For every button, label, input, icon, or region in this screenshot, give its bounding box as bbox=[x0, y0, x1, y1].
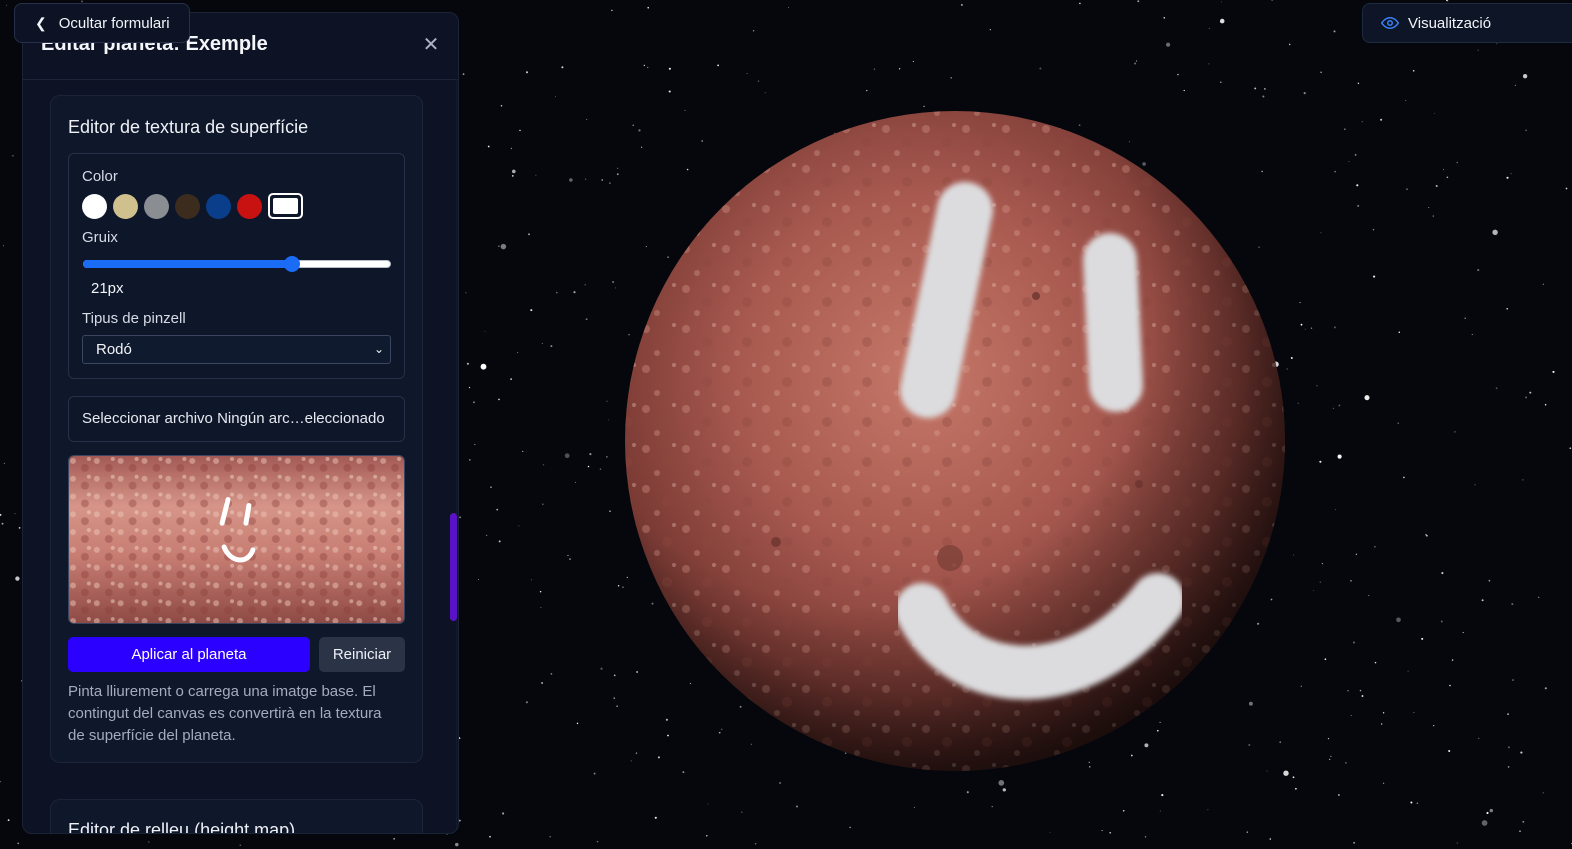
color-swatch[interactable] bbox=[82, 193, 107, 219]
color-swatch[interactable] bbox=[206, 193, 231, 219]
hide-form-button[interactable]: ❮ Ocultar formulari bbox=[14, 3, 190, 43]
close-icon[interactable]: ✕ bbox=[421, 35, 441, 55]
brush-type-label: Tipus de pinzell bbox=[82, 310, 186, 327]
slider-fill bbox=[83, 260, 293, 268]
color-label: Color bbox=[82, 168, 118, 185]
texture-editor-section: Editor de textura de superfície Color Gr… bbox=[50, 95, 423, 763]
visualization-button[interactable]: Visualització bbox=[1362, 3, 1572, 43]
file-input-text: Seleccionar archivo Ningún arc…elecciona… bbox=[82, 410, 385, 427]
color-swatch[interactable] bbox=[113, 193, 138, 219]
texture-canvas[interactable] bbox=[68, 455, 405, 624]
hide-form-label: Ocultar formulari bbox=[58, 14, 170, 32]
brush-settings: Color Gruix 21px Tipus de pinzell Rodó ⌄ bbox=[68, 153, 405, 379]
color-swatch-selected[interactable] bbox=[268, 193, 303, 219]
slider-knob[interactable] bbox=[284, 256, 301, 272]
color-swatches bbox=[82, 192, 303, 220]
thickness-value: 21px bbox=[91, 280, 124, 297]
planet[interactable] bbox=[625, 111, 1285, 771]
height-map-title: Editor de relleu (height map) bbox=[68, 820, 296, 834]
chevron-down-icon: ⌄ bbox=[373, 342, 384, 356]
brush-type-value: Rodó bbox=[96, 341, 132, 358]
file-input[interactable]: Seleccionar archivo Ningún arc…elecciona… bbox=[68, 396, 405, 442]
edit-planet-panel: Editar planeta: Exemple ✕ Editor de text… bbox=[22, 12, 459, 834]
scrollbar-thumb[interactable] bbox=[450, 513, 457, 621]
scroll-track bbox=[456, 79, 457, 833]
brush-type-select[interactable]: Rodó ⌄ bbox=[82, 335, 391, 364]
help-text: Pinta lliurement o carrega una imatge ba… bbox=[68, 683, 382, 744]
chevron-left-icon: ❮ bbox=[35, 14, 47, 31]
height-map-section: Editor de relleu (height map) bbox=[50, 799, 423, 834]
apply-to-planet-button[interactable]: Aplicar al planeta bbox=[68, 637, 310, 672]
reset-button[interactable]: Reiniciar bbox=[319, 637, 405, 672]
thickness-slider[interactable] bbox=[83, 256, 391, 272]
color-swatch[interactable] bbox=[237, 193, 262, 219]
texture-editor-title: Editor de textura de superfície bbox=[68, 117, 309, 137]
color-swatch[interactable] bbox=[175, 193, 200, 219]
thickness-label: Gruix bbox=[82, 229, 118, 246]
visualization-label: Visualització bbox=[1408, 14, 1492, 32]
eye-icon bbox=[1381, 16, 1399, 30]
color-swatch[interactable] bbox=[144, 193, 169, 219]
